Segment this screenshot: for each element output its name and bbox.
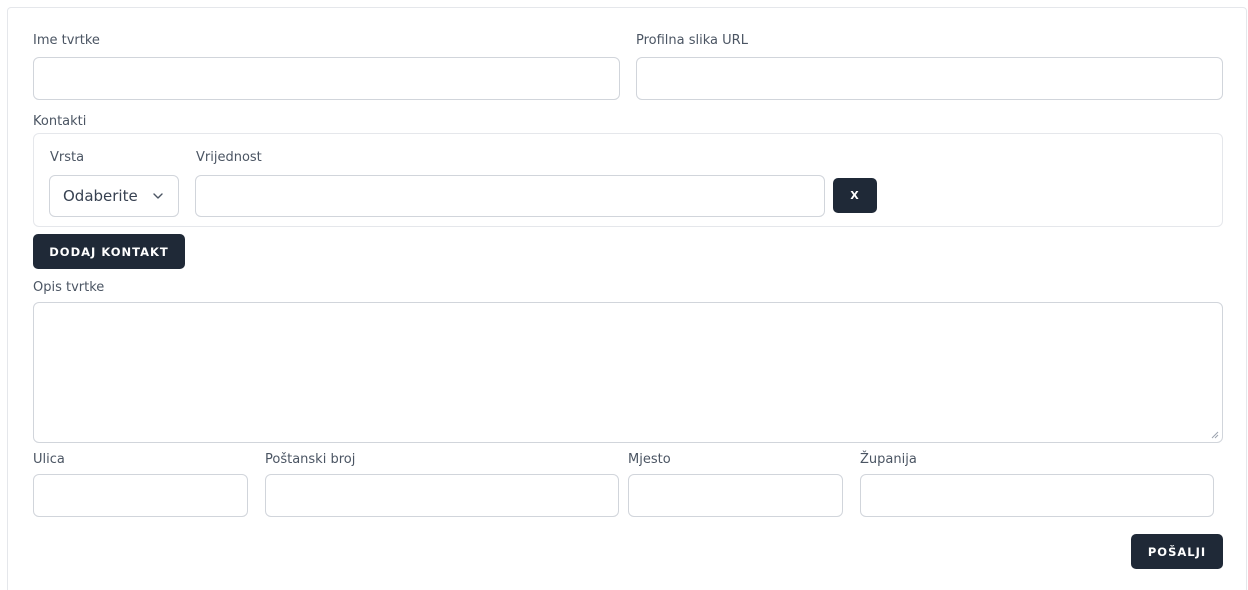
add-contact-button[interactable]: DODAJ KONTAKT <box>33 234 185 269</box>
company-name-input[interactable] <box>33 57 620 100</box>
contact-type-select[interactable]: Odaberite <box>49 175 179 217</box>
postal-code-input[interactable] <box>265 474 619 517</box>
postal-code-label: Poštanski broj <box>265 452 356 467</box>
profile-image-label: Profilna slika URL <box>636 33 748 48</box>
contact-type-label: Vrsta <box>50 150 85 165</box>
contact-value-input[interactable] <box>195 175 825 217</box>
street-input[interactable] <box>33 474 248 517</box>
chevron-down-icon <box>153 193 163 199</box>
city-input[interactable] <box>628 474 843 517</box>
submit-button[interactable]: POŠALJI <box>1131 534 1223 569</box>
city-label: Mjesto <box>628 452 671 467</box>
contact-type-selected: Odaberite <box>63 187 138 205</box>
profile-image-url-input[interactable] <box>636 57 1223 100</box>
county-label: Županija <box>860 452 917 467</box>
description-label: Opis tvrtke <box>33 280 105 295</box>
company-name-label: Ime tvrtke <box>33 33 100 48</box>
description-textarea[interactable] <box>33 302 1223 443</box>
contact-value-label: Vrijednost <box>196 150 262 165</box>
contacts-label: Kontakti <box>33 114 87 129</box>
remove-contact-button[interactable]: X <box>833 178 877 213</box>
resize-grip-icon[interactable] <box>1211 431 1219 439</box>
county-input[interactable] <box>860 474 1214 517</box>
street-label: Ulica <box>33 452 65 467</box>
